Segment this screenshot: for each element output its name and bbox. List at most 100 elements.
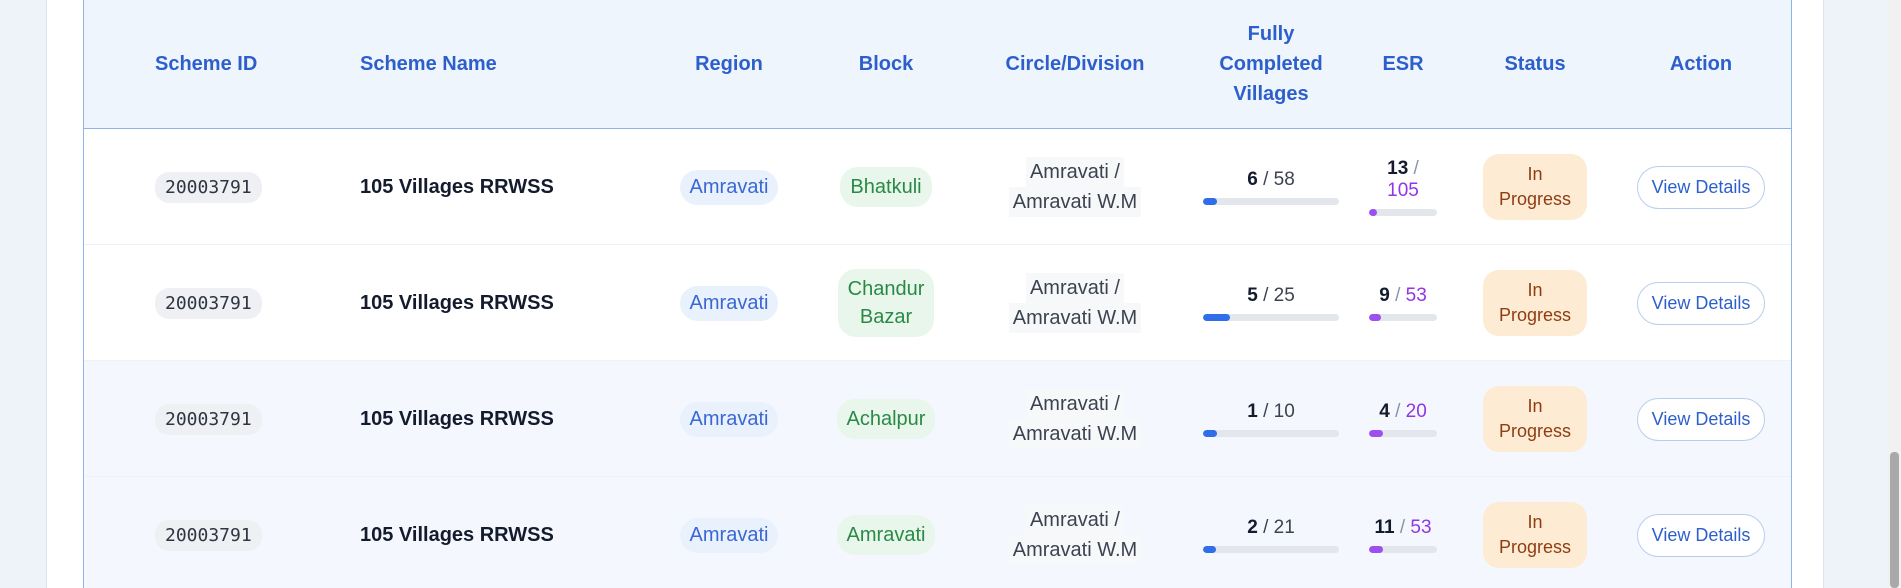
scheme-id-cell: 20003791 [155, 361, 355, 477]
villages-progress-fill [1203, 314, 1231, 321]
esr-progress-bar [1369, 430, 1437, 437]
villages-progress: 2 / 21 [1203, 517, 1339, 553]
scheme-id-cell: 20003791 [155, 477, 355, 588]
scheme-name-cell: 105 Villages RRWSS [360, 245, 660, 361]
scheme-id-cell: 20003791 [155, 245, 355, 361]
villages-progress: 6 / 58 [1203, 169, 1339, 205]
status-cell: In Progress [1483, 361, 1587, 477]
block-badge: Achalpur [836, 399, 936, 439]
block-cell: Chandur Bazar [811, 245, 961, 361]
scheme-name: 105 Villages RRWSS [360, 523, 554, 546]
villages-cell: 6 / 58 [1191, 129, 1351, 245]
scheme-name-cell: 105 Villages RRWSS [360, 129, 660, 245]
circle-division: Amravati / Amravati W.M [1008, 389, 1142, 449]
status-badge: In Progress [1483, 386, 1587, 452]
status-cell: In Progress [1483, 245, 1587, 361]
region-badge: Amravati [679, 169, 779, 205]
status-cell: In Progress [1483, 477, 1587, 588]
villages-progress: 1 / 10 [1203, 401, 1339, 437]
esr-cell: 9 / 53 [1369, 245, 1437, 361]
esr-progress-fill [1369, 430, 1383, 437]
table-row: 20003791 105 Villages RRWSS Amravati Amr… [84, 477, 1791, 588]
scrollbar-thumb[interactable] [1890, 452, 1899, 588]
villages-progress-bar [1203, 430, 1339, 437]
circle-division: Amravati / Amravati W.M [1008, 157, 1142, 217]
status-badge: In Progress [1483, 270, 1587, 336]
esr-progress: 4 / 20 [1369, 401, 1437, 437]
view-details-button[interactable]: View Details [1636, 165, 1766, 209]
table-row: 20003791 105 Villages RRWSS Amravati Ach… [84, 361, 1791, 477]
view-details-button[interactable]: View Details [1636, 281, 1766, 325]
region-badge: Amravati [679, 285, 779, 321]
esr-progress: 9 / 53 [1369, 285, 1437, 321]
circle-division: Amravati / Amravati W.M [1008, 505, 1142, 565]
header-circle-division[interactable]: Circle/Division [975, 0, 1175, 128]
esr-progress: 13 / 105 [1369, 158, 1437, 216]
scheme-name: 105 Villages RRWSS [360, 175, 554, 198]
view-details-button[interactable]: View Details [1636, 513, 1766, 557]
action-cell: View Details [1636, 477, 1766, 588]
status-cell: In Progress [1483, 129, 1587, 245]
scheme-id: 20003791 [155, 519, 262, 551]
status-badge: In Progress [1483, 502, 1587, 568]
villages-progress: 5 / 25 [1203, 285, 1339, 321]
scheme-id: 20003791 [155, 171, 262, 203]
block-badge: Chandur Bazar [837, 269, 935, 337]
esr-cell: 13 / 105 [1369, 129, 1437, 245]
scheme-name: 105 Villages RRWSS [360, 407, 554, 430]
header-scheme-name[interactable]: Scheme Name [360, 0, 660, 128]
villages-progress-fill [1203, 546, 1216, 553]
esr-cell: 11 / 53 [1369, 477, 1437, 588]
schemes-table: Scheme ID Scheme Name Region Block Circl… [83, 0, 1792, 588]
action-cell: View Details [1636, 245, 1766, 361]
circle-division-cell: Amravati / Amravati W.M [975, 129, 1175, 245]
esr-cell: 4 / 20 [1369, 361, 1437, 477]
circle-division-cell: Amravati / Amravati W.M [975, 245, 1175, 361]
circle-division: Amravati / Amravati W.M [1008, 273, 1142, 333]
esr-progress-bar [1369, 209, 1437, 216]
circle-division-cell: Amravati / Amravati W.M [975, 361, 1175, 477]
table-row: 20003791 105 Villages RRWSS Amravati Bha… [84, 129, 1791, 245]
action-cell: View Details [1636, 129, 1766, 245]
region-cell: Amravati [654, 477, 804, 588]
block-cell: Bhatkuli [811, 129, 961, 245]
header-action: Action [1669, 53, 1733, 75]
esr-progress-fill [1369, 546, 1384, 553]
villages-progress-bar [1203, 314, 1339, 321]
block-cell: Achalpur [811, 361, 961, 477]
block-badge: Bhatkuli [840, 167, 932, 207]
scheme-name-cell: 105 Villages RRWSS [360, 361, 660, 477]
scrollbar-track[interactable] [1888, 0, 1901, 588]
header-region[interactable]: Region [654, 0, 804, 128]
villages-progress-fill [1203, 198, 1217, 205]
villages-cell: 1 / 10 [1191, 361, 1351, 477]
esr-progress-fill [1369, 314, 1381, 321]
view-details-button[interactable]: View Details [1636, 397, 1766, 441]
villages-cell: 2 / 21 [1191, 477, 1351, 588]
header-esr[interactable]: ESR [1353, 0, 1453, 128]
region-cell: Amravati [654, 129, 804, 245]
header-fully-completed-villages[interactable]: Fully Completed Villages [1191, 0, 1351, 128]
region-cell: Amravati [654, 361, 804, 477]
villages-progress-bar [1203, 546, 1339, 553]
scheme-name: 105 Villages RRWSS [360, 291, 554, 314]
block-badge: Amravati [836, 515, 936, 555]
block-cell: Amravati [811, 477, 961, 588]
scheme-name-cell: 105 Villages RRWSS [360, 477, 660, 588]
header-block[interactable]: Block [811, 0, 961, 128]
esr-progress-fill [1369, 209, 1378, 216]
region-badge: Amravati [679, 401, 779, 437]
scheme-id-cell: 20003791 [155, 129, 355, 245]
esr-progress: 11 / 53 [1369, 517, 1437, 553]
status-badge: In Progress [1483, 154, 1587, 220]
villages-cell: 5 / 25 [1191, 245, 1351, 361]
scheme-id: 20003791 [155, 403, 262, 435]
header-status[interactable]: Status [1470, 0, 1600, 128]
header-scheme-id[interactable]: Scheme ID [155, 0, 355, 128]
villages-progress-fill [1203, 430, 1217, 437]
table-header: Scheme ID Scheme Name Region Block Circl… [84, 0, 1791, 129]
esr-progress-bar [1369, 546, 1437, 553]
action-cell: View Details [1636, 361, 1766, 477]
table-row: 20003791 105 Villages RRWSS Amravati Cha… [84, 245, 1791, 361]
villages-progress-bar [1203, 198, 1339, 205]
